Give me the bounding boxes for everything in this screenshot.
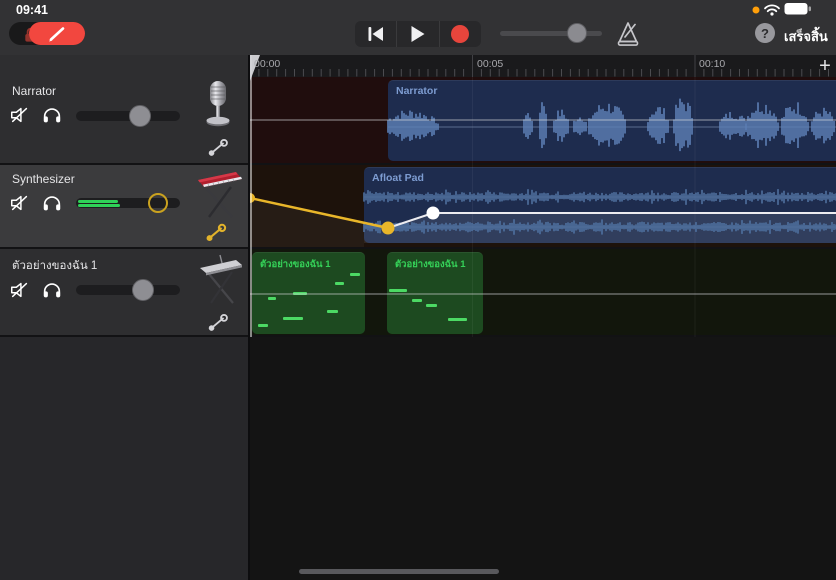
sidebar-divider	[248, 55, 250, 580]
timeline-ruler[interactable]	[250, 55, 836, 77]
master-volume-knob[interactable]	[567, 23, 587, 43]
timeline-empty-area	[250, 337, 836, 580]
track-volume-slider[interactable]	[76, 285, 180, 295]
region-midi-1[interactable]: ตัวอย่างของฉัน 1	[252, 252, 365, 334]
region-midi-2[interactable]: ตัวอย่างของฉัน 1	[387, 252, 483, 334]
record-icon	[450, 24, 470, 44]
done-button[interactable]: เสร็จสิ้น	[784, 26, 828, 47]
automation-icon	[206, 137, 230, 159]
mute-button[interactable]	[8, 191, 32, 215]
automation-button-active[interactable]	[204, 221, 228, 245]
track-volume-knob[interactable]	[132, 279, 154, 301]
solo-button[interactable]	[40, 278, 64, 302]
region-afloat-pad[interactable]: Afloat Pad	[364, 167, 836, 243]
row-separator	[0, 247, 836, 249]
edit-pencil-pill[interactable]	[29, 22, 85, 45]
region-label: Afloat Pad	[364, 168, 836, 184]
row-separator	[0, 335, 836, 337]
track-name: Synthesizer	[12, 172, 75, 186]
ruler-label-0000: 00:00	[254, 58, 280, 70]
level-meter-right	[78, 204, 120, 207]
track-volume-knob[interactable]	[148, 193, 168, 213]
wifi-icon	[763, 3, 781, 16]
help-button[interactable]: ?	[755, 23, 775, 43]
garageband-app: 09:41	[0, 0, 836, 580]
transport-controls	[355, 21, 481, 47]
ruler-label-0010: 00:10	[699, 58, 725, 70]
recording-indicator-dot	[752, 6, 760, 14]
ruler-label-0005: 00:05	[477, 58, 503, 70]
keyboard-red-icon[interactable]	[192, 166, 246, 224]
track-volume-knob[interactable]	[129, 105, 151, 127]
add-section-button[interactable]: +	[814, 55, 836, 77]
automation-icon	[206, 312, 230, 334]
record-enable-toggle[interactable]	[9, 22, 85, 45]
track-header-narrator[interactable]: Narrator	[0, 55, 250, 163]
toolbar: 09:41	[0, 0, 836, 55]
pencil-icon	[46, 25, 68, 43]
track-name: Narrator	[12, 84, 56, 98]
horizontal-scrollbar[interactable]	[299, 569, 499, 574]
track-header-synthesizer[interactable]: Synthesizer	[0, 165, 250, 247]
solo-button[interactable]	[40, 191, 64, 215]
track-volume-slider[interactable]	[76, 111, 180, 121]
level-meter-left	[78, 200, 118, 203]
automation-button[interactable]	[206, 136, 230, 160]
region-label: ตัวอย่างของฉัน 1	[252, 253, 365, 272]
play-button[interactable]	[397, 21, 438, 47]
mute-speaker-icon	[9, 279, 31, 301]
rewind-button[interactable]	[355, 21, 396, 47]
region-label: Narrator	[388, 81, 836, 97]
mute-button[interactable]	[8, 278, 32, 302]
headphones-icon	[41, 192, 63, 214]
track-name: ตัวอย่างของฉัน 1	[12, 257, 97, 275]
headphones-icon	[41, 104, 63, 126]
metronome-icon	[614, 20, 642, 48]
skip-to-start-icon	[367, 26, 385, 42]
metronome-button[interactable]	[614, 20, 642, 48]
automation-icon-yellow	[204, 221, 228, 245]
record-button[interactable]	[440, 21, 481, 47]
region-label: ตัวอย่างของฉัน 1	[387, 253, 483, 272]
region-narrator[interactable]: Narrator	[388, 80, 836, 161]
battery-icon	[784, 2, 812, 16]
mute-speaker-icon	[9, 192, 31, 214]
headphones-icon	[41, 279, 63, 301]
microphone-icon[interactable]	[198, 79, 238, 135]
mute-button[interactable]	[8, 103, 32, 127]
status-time: 09:41	[16, 3, 48, 17]
play-icon	[410, 25, 426, 43]
track-header-my-sample[interactable]: ตัวอย่างของฉัน 1	[0, 249, 250, 337]
row-separator	[0, 163, 836, 165]
sidebar-empty-area: +	[0, 337, 250, 580]
automation-button[interactable]	[206, 311, 230, 335]
solo-button[interactable]	[40, 103, 64, 127]
mute-speaker-icon	[9, 104, 31, 126]
keyboard-gray-icon[interactable]	[196, 251, 244, 309]
